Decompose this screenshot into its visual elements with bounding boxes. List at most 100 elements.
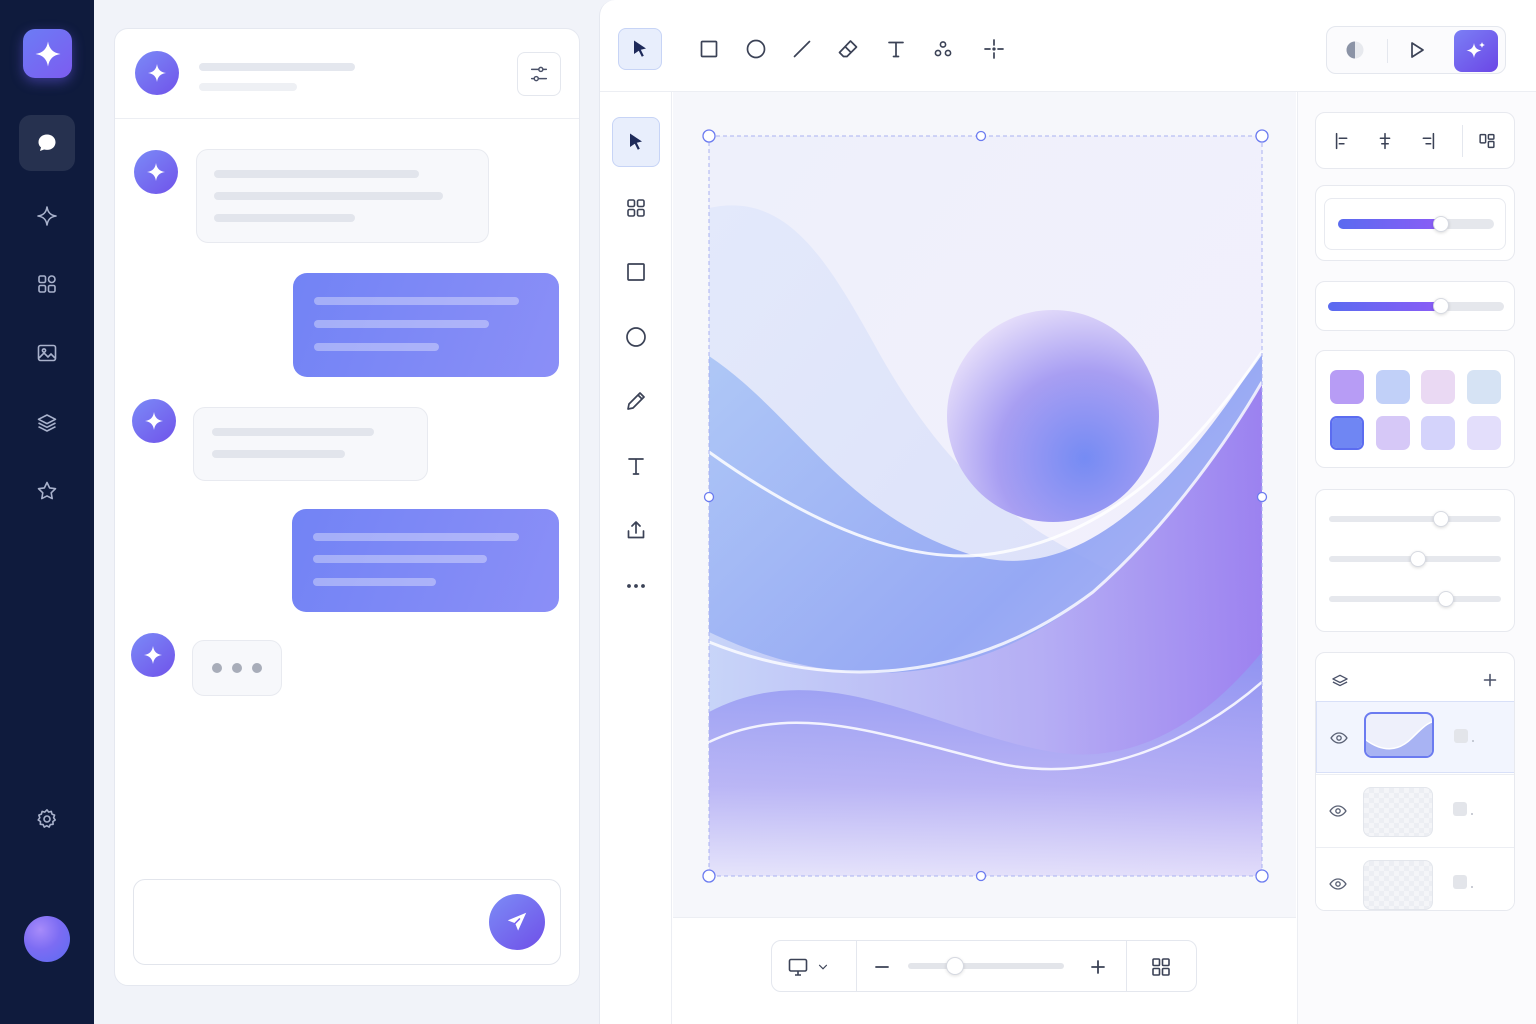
- side-tool-circle[interactable]: [612, 312, 660, 362]
- chevron-down-icon: [818, 964, 828, 970]
- adjustment-sliders: [1315, 489, 1515, 632]
- adjust-slider-2[interactable]: [1329, 551, 1501, 567]
- rail-item-chat[interactable]: [19, 115, 75, 171]
- canvas-footer: [673, 917, 1296, 1024]
- opacity-slider[interactable]: [1338, 216, 1494, 232]
- sparkle-icon: [148, 64, 166, 82]
- star-icon: [37, 481, 57, 500]
- side-tool-pointer[interactable]: [612, 117, 660, 167]
- side-tool-square[interactable]: [612, 247, 660, 297]
- layer-row[interactable]: [1316, 847, 1514, 910]
- assistant-avatar: [134, 150, 178, 194]
- theme-toggle-button[interactable]: [1333, 29, 1377, 71]
- color-palette: [1315, 350, 1515, 468]
- color-swatch[interactable]: [1375, 416, 1410, 450]
- layer-row[interactable]: [1316, 701, 1514, 773]
- user-avatar[interactable]: [24, 916, 70, 962]
- side-tool-text[interactable]: [612, 441, 660, 491]
- align-center-button[interactable]: [1374, 130, 1396, 152]
- align-center-icon: [1379, 132, 1391, 150]
- tool-crosshair[interactable]: [972, 28, 1016, 70]
- canvas-area[interactable]: [673, 92, 1296, 917]
- rail-item-images[interactable]: [19, 325, 75, 381]
- rail-item-layers[interactable]: [19, 395, 75, 451]
- layer-lock-indicator[interactable]: [1454, 729, 1468, 743]
- adjust-slider-1[interactable]: [1329, 511, 1501, 527]
- adjust-slider-3[interactable]: [1329, 591, 1501, 607]
- distribute-button[interactable]: [1476, 130, 1498, 152]
- align-left-button[interactable]: [1332, 130, 1354, 152]
- grid-icon: [38, 275, 56, 293]
- layers-icon: [1330, 672, 1350, 692]
- tool-text[interactable]: [874, 28, 918, 70]
- app-logo[interactable]: [23, 29, 72, 78]
- chat-subtitle-placeholder: [199, 83, 297, 91]
- preview-button[interactable]: [1394, 29, 1438, 71]
- rail-item-favorites[interactable]: [19, 463, 75, 519]
- distribute-icon: [1479, 133, 1495, 149]
- zoom-slider-knob[interactable]: [945, 957, 964, 975]
- tool-rectangle[interactable]: [687, 28, 731, 70]
- layer-row[interactable]: [1316, 774, 1514, 846]
- settings-button[interactable]: [19, 791, 75, 847]
- ai-generate-button[interactable]: [1454, 30, 1498, 72]
- layer-lock-indicator[interactable]: [1453, 802, 1467, 816]
- app-rail: [0, 0, 94, 1024]
- tool-line[interactable]: [780, 28, 824, 70]
- color-swatch[interactable]: [1375, 370, 1410, 404]
- tool-select[interactable]: [618, 28, 662, 70]
- plus-icon: [1091, 960, 1105, 974]
- zoom-out-button[interactable]: [870, 955, 894, 979]
- intensity-slider[interactable]: [1328, 298, 1504, 314]
- layer-thumbnail: [1363, 787, 1433, 837]
- tool-ellipse[interactable]: [734, 28, 778, 70]
- sliders-icon: [530, 66, 548, 82]
- rail-item-ai[interactable]: [19, 188, 75, 244]
- eye-icon: [1330, 732, 1348, 744]
- side-toolbar: [600, 92, 672, 1024]
- play-icon: [1411, 42, 1424, 58]
- pencil-icon: [627, 392, 645, 410]
- line-icon: [793, 40, 811, 58]
- layers-panel: [1315, 652, 1515, 911]
- tool-eraser[interactable]: [826, 28, 870, 70]
- color-swatch[interactable]: [1466, 416, 1501, 450]
- side-tool-upload[interactable]: [612, 505, 660, 555]
- grid-icon: [627, 199, 645, 217]
- add-layer-button[interactable]: [1479, 669, 1501, 691]
- device-selector[interactable]: [786, 954, 842, 980]
- visibility-toggle[interactable]: [1328, 801, 1348, 821]
- color-swatch[interactable]: [1466, 370, 1501, 404]
- layers-icon: [37, 414, 57, 432]
- side-tool-pencil[interactable]: [612, 376, 660, 426]
- sparkle-icon: [35, 41, 60, 66]
- layer-lock-indicator[interactable]: [1453, 875, 1467, 889]
- visibility-toggle[interactable]: [1328, 874, 1348, 894]
- zoom-slider[interactable]: [908, 957, 1064, 975]
- image-icon: [37, 344, 57, 362]
- ai-magic-icon: [1466, 42, 1485, 58]
- assistant-message: [193, 407, 428, 481]
- sparkle-icon: [147, 163, 165, 181]
- user-message: [292, 509, 559, 612]
- color-swatch[interactable]: [1330, 370, 1364, 404]
- align-right-button[interactable]: [1416, 130, 1438, 152]
- color-swatch[interactable]: [1421, 416, 1455, 450]
- color-swatch[interactable]: [1330, 416, 1364, 450]
- sparkle-outline-icon: [37, 206, 57, 226]
- side-tool-more[interactable]: [612, 561, 660, 611]
- color-swatch[interactable]: [1421, 370, 1455, 404]
- canvas-artwork[interactable]: [673, 92, 1296, 917]
- eye-icon: [1329, 878, 1347, 890]
- divider: [1387, 39, 1388, 63]
- zoom-in-button[interactable]: [1086, 955, 1110, 979]
- typing-indicator: [192, 640, 282, 696]
- grid-view-button[interactable]: [1149, 955, 1173, 979]
- side-tool-components[interactable]: [612, 183, 660, 233]
- send-button[interactable]: [489, 894, 545, 950]
- chat-settings-button[interactable]: [517, 52, 561, 96]
- text-icon: [628, 458, 644, 475]
- tool-nodes[interactable]: [921, 28, 965, 70]
- rail-item-components[interactable]: [19, 256, 75, 312]
- visibility-toggle[interactable]: [1329, 728, 1349, 748]
